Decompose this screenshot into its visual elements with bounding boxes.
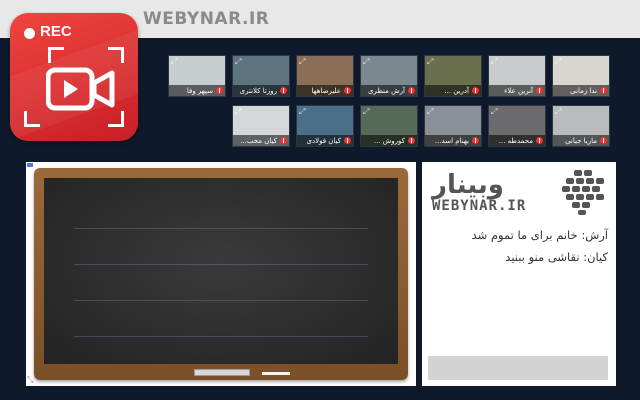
participant-tile[interactable]: ⤢ کیان محب... [232, 105, 290, 147]
frame-corner-icon [108, 47, 124, 63]
chat-message: آرش: خانم برای ما تموم شد [471, 228, 608, 242]
resize-handle-icon[interactable]: ⤡ [27, 375, 33, 385]
chat-input[interactable] [428, 356, 608, 380]
video-camera-icon [46, 67, 115, 111]
mic-icon[interactable] [536, 87, 543, 94]
expand-icon[interactable]: ⤢ [171, 57, 177, 67]
expand-icon[interactable]: ⤢ [363, 107, 369, 117]
participant-tile[interactable]: ⤢ آنرین علاء [488, 55, 546, 97]
participant-name: آنرین علاء [504, 87, 533, 95]
participant-tile[interactable]: ⤢ کوروش ... [360, 105, 418, 147]
record-button[interactable]: REC [10, 13, 138, 141]
mic-icon[interactable] [472, 137, 479, 144]
participant-tile[interactable]: ⤢ علیرضاهها [296, 55, 354, 97]
participant-name: علیرضاهها [311, 87, 341, 95]
chalk [262, 372, 290, 375]
mic-icon[interactable] [280, 87, 287, 94]
mic-icon[interactable] [536, 137, 543, 144]
participant-name: محمدطه ... [498, 137, 533, 145]
chat-panel: وبینار WEBYNAR.IR آرش: خانم برای ما تموم… [422, 162, 616, 386]
expand-icon[interactable]: ⤢ [491, 57, 497, 67]
participant-tile[interactable]: ⤢ آدرین ... [424, 55, 482, 97]
chat-message: کیان: نقاشی منو ببنید [505, 250, 608, 264]
record-label: REC [40, 23, 72, 40]
mic-icon[interactable] [344, 87, 351, 94]
mic-icon[interactable] [408, 87, 415, 94]
mic-icon[interactable] [280, 137, 287, 144]
participant-name: کیان محب... [240, 137, 277, 145]
participant-tile[interactable]: ⤢ محمدطه ... [488, 105, 546, 147]
participant-name: روزتا کلانتری [239, 87, 277, 95]
whiteboard-panel[interactable]: ⤡ [26, 162, 416, 386]
participant-tile[interactable]: ⤢ بهنام اسد... [424, 105, 482, 147]
mic-icon[interactable] [216, 87, 223, 94]
mic-icon[interactable] [600, 137, 607, 144]
participant-tile[interactable]: ⤢ کیان فولادی [296, 105, 354, 147]
chalkboard-frame [34, 168, 408, 380]
logo-text: وبینار [432, 170, 504, 200]
panel-handle[interactable] [27, 163, 33, 167]
chat-messages: آرش: خانم برای ما تموم شد کیان: نقاشی من… [428, 224, 608, 268]
expand-icon[interactable]: ⤢ [555, 107, 561, 117]
participant-name: آرش منظری [367, 87, 405, 95]
mic-icon[interactable] [600, 87, 607, 94]
expand-icon[interactable]: ⤢ [427, 57, 433, 67]
expand-icon[interactable]: ⤢ [363, 57, 369, 67]
participant-tile[interactable]: ⤢ سپهر وفا [168, 55, 226, 97]
record-dot-icon [24, 28, 35, 39]
brand-title: WEBYNAR.IR [143, 9, 270, 29]
participant-name: سپهر وفا [186, 87, 213, 95]
mic-icon[interactable] [408, 137, 415, 144]
participant-name: کوروش ... [373, 137, 405, 145]
participant-name: ندا زمانی [570, 87, 597, 95]
expand-icon[interactable]: ⤢ [555, 57, 561, 67]
logo-subtitle: WEBYNAR.IR [432, 198, 527, 214]
expand-icon[interactable]: ⤢ [235, 57, 241, 67]
frame-corner-icon [108, 111, 124, 127]
expand-icon[interactable]: ⤢ [299, 107, 305, 117]
mic-icon[interactable] [472, 87, 479, 94]
participant-tile[interactable]: ⤢ ندا زمانی [552, 55, 610, 97]
frame-corner-icon [48, 47, 64, 63]
participant-name: بهنام اسد... [434, 137, 469, 145]
mic-icon[interactable] [344, 137, 351, 144]
expand-icon[interactable]: ⤢ [299, 57, 305, 67]
participant-name: ماریا جیانی [565, 137, 597, 145]
participants-grid: ⤢ سپهر وفا ⤢ روزتا کلانتری ⤢ علیرضاهها ⤢ آرش من… [166, 55, 614, 149]
participant-name: کیان فولادی [306, 137, 342, 145]
expand-icon[interactable]: ⤢ [427, 107, 433, 117]
chalkboard-surface[interactable] [44, 178, 398, 364]
frame-corner-icon [24, 111, 40, 127]
participant-name: آدرین ... [444, 87, 469, 95]
expand-icon[interactable]: ⤢ [491, 107, 497, 117]
logo-mark-icon [562, 170, 604, 215]
participant-tile[interactable]: ⤢ آرش منظری [360, 55, 418, 97]
participant-tile[interactable]: ⤢ ماریا جیانی [552, 105, 610, 147]
participant-tile[interactable]: ⤢ روزتا کلانتری [232, 55, 290, 97]
eraser [194, 369, 250, 376]
expand-icon[interactable]: ⤢ [235, 107, 241, 117]
